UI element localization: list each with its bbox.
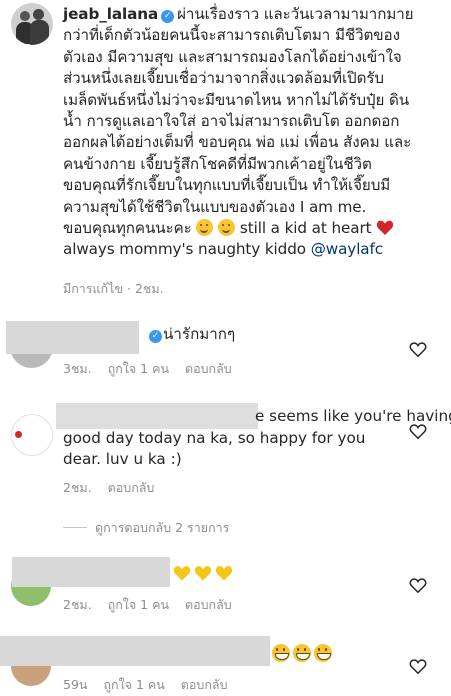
mention-link[interactable]: @waylafc [311,240,383,258]
caption-meta: มีการแก้ไข · 2ชม. [63,281,164,296]
comment-text: น่ารักมากๆ [163,325,236,343]
avatar[interactable] [11,414,53,456]
likes-count[interactable]: ถูกใจ 1 คน [108,597,169,612]
caption-line: คนข้างกาย เจี๊ยบรู้สึกโชคดีที่มีพวกเค้าอ… [63,154,372,173]
caption-line: ส่วนหนึ่งเลยเจี๊ยบเชื่อว่ามาจากสิ่งแวดล้… [63,69,384,88]
comment-time: 2ชม. [63,480,92,495]
red-heart-icon [377,220,394,236]
yellow-heart-icon [215,565,233,580]
reply-button[interactable]: ตอบกลับ [185,597,232,612]
comment-meta: 3ชม. ถูกใจ 1 คน ตอบกลับ [63,359,244,379]
comment-meta: 2ชม. ตอบกลับ [63,478,166,498]
view-replies-button[interactable]: ดูการตอบกลับ 2 รายการ [63,518,229,538]
caption-line: ขอบคุณที่รักเจี๊ยบในทุกแบบที่เจี๊ยบเป็น … [63,176,391,195]
comment-time: 2ชม. [63,597,92,612]
verified-badge-icon: ✓ [161,10,175,23]
caption-time: 2ชม. [134,281,164,296]
comment-item: e seems like you're having a good day to… [0,398,451,498]
grinning-face-icon [272,643,290,662]
avatar[interactable] [11,3,53,45]
grinning-face-icon [293,643,311,662]
yellow-heart-icon [194,565,212,580]
reply-button[interactable]: ตอบกลับ [108,480,155,495]
comment-item: 2ชม. ถูกใจ 1 คน ตอบกลับ [0,552,451,614]
username[interactable]: jeab_lalana [63,5,158,23]
comment-item: 59น ถูกใจ 1 คน ตอบกลับ [0,632,451,696]
upside-down-face-emoji-icon [196,219,214,237]
like-heart-icon[interactable] [409,341,427,358]
comment-meta: 59น ถูกใจ 1 คน ตอบกลับ [63,675,240,695]
caption-line: always mommy's naughty kiddo @waylafc [63,240,384,259]
comment-time: 3ชม. [63,361,92,376]
comment-item: ✓ น่ารักมากๆ 3ชม. ถูกใจ 1 คน ตอบกลับ [0,316,451,378]
post-caption: jeab_lalana ✓ ผ่านเรื่องราว และวันเวลามามา… [0,0,451,305]
caption-line: เมล็ดพันธ์หนึ่งไม่ว่าจะมีขนาดไหน หากไม่ไ… [63,90,410,109]
comment-meta: 2ชม. ถูกใจ 1 คน ตอบกลับ [63,595,244,615]
comment-time: 59น [63,677,88,692]
caption-line: ตัวเอง มีความสุข และสามารถมองโลกได้อย่าง… [63,47,402,66]
yellow-heart-icon [173,565,191,580]
likes-count[interactable]: ถูกใจ 1 คน [108,361,169,376]
censored-username [56,403,258,429]
divider [63,527,87,528]
caption-line: ออกผลได้อย่างเต็มที่ ขอบคุณ พ่อ แม่ เพื่… [63,133,412,152]
verified-badge-icon: ✓ [149,330,162,343]
censored-username [6,321,139,354]
caption-line: ความสุขได้ใช้ชีวิตในแบบของตัวเอง I am me… [63,197,367,216]
edited-label: มีการแก้ไข [63,281,123,296]
comment-emoji-row [173,562,236,582]
caption-line: น้ำ การดูแลเอาใจใส่ อาจไม่สามารถเติบโต อ… [63,112,400,131]
comment-text-line: dear. luv u ka :) [63,450,182,468]
reply-button[interactable]: ตอบกลับ [181,677,228,692]
censored-username [0,636,270,666]
censored-username [12,557,170,587]
reply-button[interactable]: ตอบกลับ [185,361,232,376]
likes-count[interactable]: ถูกใจ 1 คน [103,677,164,692]
like-heart-icon[interactable] [409,577,427,594]
caption-line: jeab_lalana ✓ ผ่านเรื่องราว และวันเวลามามา… [63,5,414,23]
caption-line: กว่าที่เด็กตัวน้อยคนนี้จะสามารถเติบโตมา … [63,26,400,45]
comment-text-line: good day today na ka, so happy for you [63,429,366,447]
caption-text: jeab_lalana ✓ ผ่านเรื่องราว และวันเวลามามา… [63,4,443,261]
comment-emoji-row [272,642,335,662]
grinning-face-icon [314,643,332,662]
smiling-face-emoji-icon [218,219,236,237]
like-heart-icon[interactable] [409,658,427,675]
caption-line: ขอบคุณทุกคนนะคะ still a kid at heart [63,218,443,239]
like-heart-icon[interactable] [409,423,427,440]
